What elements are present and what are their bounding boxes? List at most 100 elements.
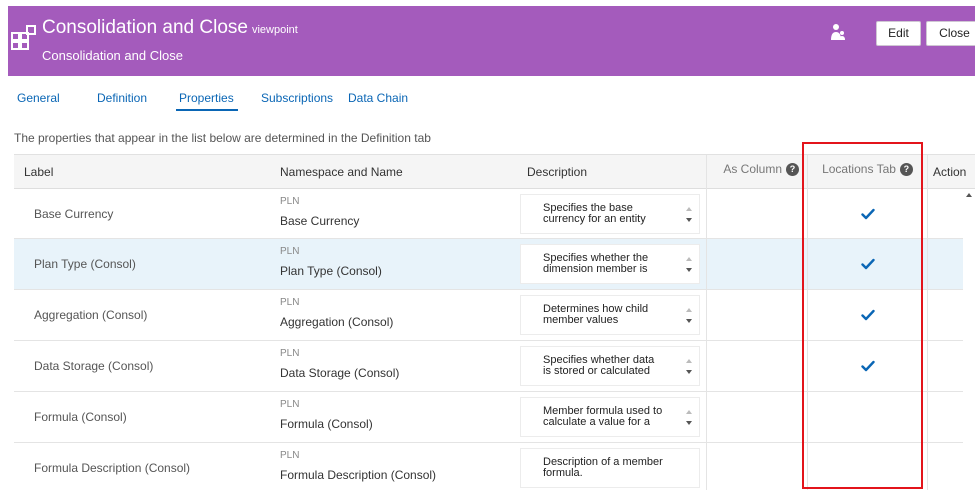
page-title-suffix: viewpoint (251, 24, 298, 36)
description-cell: Description of a member formula. (513, 443, 706, 490)
namespace-cell: PLN Plan Type (Consol) (267, 239, 513, 289)
tab-general[interactable]: General (17, 91, 60, 105)
column-header-label-text: Label (24, 165, 54, 179)
tab-properties[interactable]: Properties (176, 91, 238, 111)
namespace-text: PLN (280, 399, 300, 410)
as-column-cell[interactable] (706, 341, 807, 391)
namespace-text: PLN (280, 450, 300, 461)
edit-button[interactable]: Edit (876, 21, 921, 46)
table-row[interactable]: Plan Type (Consol) PLN Plan Type (Consol) S… (14, 239, 975, 290)
locations-tab-cell[interactable] (807, 239, 927, 289)
property-name-text: Formula Description (Consol) (280, 468, 437, 482)
description-textarea[interactable]: Specifies the base currency for an entity (520, 194, 700, 234)
locations-tab-cell[interactable] (807, 443, 927, 490)
column-header-description-text: Description (527, 165, 588, 179)
namespace-cell: PLN Data Storage (Consol) (267, 341, 513, 391)
as-column-cell[interactable] (706, 443, 807, 490)
description-line: is stored or calculated (543, 365, 650, 377)
property-name-text: Plan Type (Consol) (280, 264, 382, 278)
description-textarea[interactable]: Member formula used to calculate a value … (520, 397, 700, 437)
scroll-arrows-icon[interactable] (685, 407, 693, 429)
property-name-text: Base Currency (280, 214, 360, 228)
property-label-text: Formula (Consol) (34, 410, 127, 424)
column-header-locations-tab[interactable]: Locations Tab? (807, 155, 927, 189)
namespace-text: PLN (280, 246, 300, 257)
table-row[interactable]: Aggregation (Consol) PLN Aggregation (Cons… (14, 290, 975, 341)
action-cell[interactable] (927, 341, 963, 391)
properties-table: Label Namespace and Name Description As … (14, 154, 975, 490)
description-line: currency for an entity (543, 213, 646, 225)
locations-tab-cell[interactable] (807, 392, 927, 442)
table-row[interactable]: Formula (Consol) PLN Formula (Consol) Membe… (14, 392, 975, 443)
property-label: Aggregation (Consol) (14, 290, 267, 340)
property-label-text: Base Currency (34, 206, 114, 221)
action-cell[interactable] (927, 239, 963, 289)
property-label: Formula Description (Consol) (14, 443, 267, 490)
help-icon[interactable]: ? (899, 163, 913, 176)
description-textarea[interactable]: Specifies whether data is stored or calcu… (520, 346, 700, 386)
description-cell: Member formula used to calculate a value … (513, 392, 706, 442)
scroll-arrows-icon[interactable] (685, 254, 693, 276)
description-cell: Specifies whether the dimension member is (513, 239, 706, 289)
namespace-cell: PLN Aggregation (Consol) (267, 290, 513, 340)
column-header-namespace[interactable]: Namespace and Name (267, 155, 513, 189)
scroll-arrows-icon[interactable] (685, 356, 693, 378)
tab-subscriptions[interactable]: Subscriptions (261, 91, 333, 105)
property-name-text: Aggregation (Consol) (280, 315, 394, 329)
checkmark-icon (860, 309, 875, 321)
locations-tab-cell[interactable] (807, 290, 927, 340)
as-column-cell[interactable] (706, 290, 807, 340)
column-header-action: Action (927, 155, 975, 189)
tab-definition[interactable]: Definition (97, 91, 147, 105)
as-column-cell[interactable] (706, 392, 807, 442)
namespace-text: PLN (280, 348, 300, 359)
description-cell: Determines how child member values (513, 290, 706, 340)
property-name-text: Data Storage (Consol) (280, 366, 400, 380)
locations-tab-cell[interactable] (807, 341, 927, 391)
action-cell[interactable] (927, 189, 963, 238)
column-header-locations-tab-text: Locations Tab (822, 162, 896, 176)
scroll-up-arrow-icon[interactable] (966, 193, 972, 197)
viewpoint-header: Consolidation and Close viewpoint Consoli… (8, 6, 975, 76)
vertical-scrollbar[interactable] (963, 189, 975, 490)
property-label: Base Currency (14, 189, 267, 238)
description-textarea[interactable]: Description of a member formula. (520, 448, 700, 488)
column-header-as-column[interactable]: As Column? (706, 155, 807, 189)
page-subtitle: Consolidation and Close (42, 48, 183, 63)
description-textarea[interactable]: Determines how child member values (520, 295, 700, 335)
action-cell[interactable] (927, 392, 963, 442)
property-label-text: Data Storage (Consol) (34, 359, 154, 373)
column-header-description[interactable]: Description (513, 155, 706, 189)
checkmark-icon (860, 208, 875, 219)
locations-tab-cell[interactable] (807, 189, 927, 238)
as-column-cell[interactable] (706, 239, 807, 289)
scroll-arrows-icon[interactable] (685, 305, 693, 327)
namespace-cell: PLN Formula Description (Consol) (267, 443, 513, 490)
users-icon[interactable] (830, 23, 846, 41)
table-header-row: Label Namespace and Name Description As … (14, 155, 975, 189)
tab-data-chain[interactable]: Data Chain (348, 91, 408, 105)
action-cell[interactable] (927, 290, 963, 340)
close-button[interactable]: Close (926, 21, 975, 46)
as-column-cell[interactable] (706, 189, 807, 238)
property-name-text: Formula (Consol) (280, 417, 373, 431)
property-label: Plan Type (Consol) (14, 239, 267, 289)
scroll-arrows-icon[interactable] (685, 204, 693, 226)
property-label-text: Formula Description (Consol) (34, 460, 191, 475)
table-row[interactable]: Base Currency PLN Base Currency Specifies t… (14, 189, 975, 239)
description-line: member values (543, 314, 619, 326)
description-cell: Specifies the base currency for an entity (513, 189, 706, 238)
action-cell[interactable] (927, 443, 963, 490)
column-header-action-text: Action (933, 165, 967, 179)
property-label-text: Aggregation (Consol) (34, 308, 148, 322)
column-header-label[interactable]: Label (14, 155, 267, 189)
description-textarea[interactable]: Specifies whether the dimension member is (520, 244, 700, 284)
help-icon[interactable]: ? (786, 163, 799, 176)
table-row[interactable]: Formula Description (Consol) PLN Formula D… (14, 443, 975, 490)
properties-info-text: The properties that appear in the list b… (14, 131, 431, 145)
description-line: calculate a value for a (543, 416, 651, 428)
column-header-namespace-text: Namespace and Name (280, 165, 403, 179)
namespace-cell: PLN Formula (Consol) (267, 392, 513, 442)
table-row[interactable]: Data Storage (Consol) PLN Data Storage (Co… (14, 341, 975, 392)
namespace-text: PLN (280, 297, 300, 308)
